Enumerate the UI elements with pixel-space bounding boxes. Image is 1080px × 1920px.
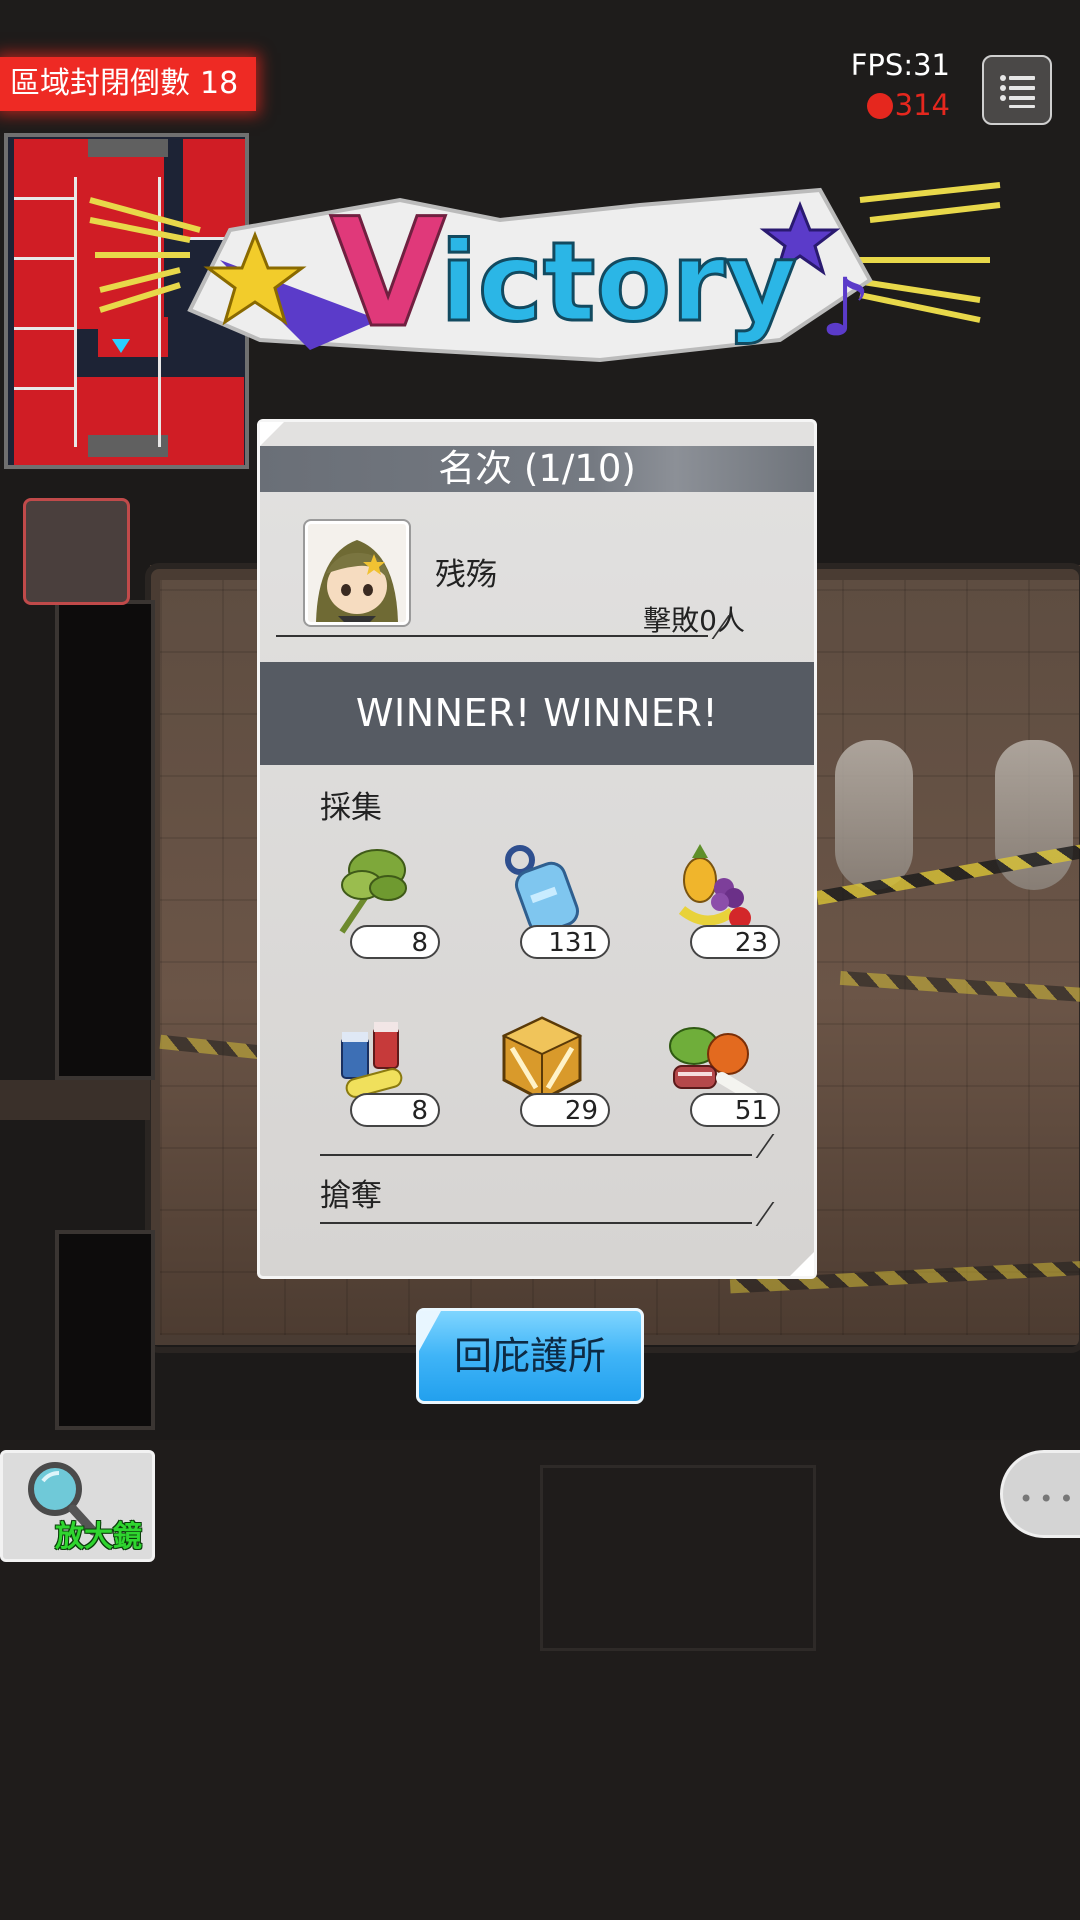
empty-item-slot[interactable] bbox=[23, 498, 130, 605]
more-options-button[interactable]: ••• bbox=[1000, 1450, 1080, 1538]
gather-item-water[interactable]: 131 bbox=[490, 840, 620, 960]
kill-count: 擊敗0人 bbox=[643, 604, 745, 637]
victory-letters: ictory bbox=[440, 218, 797, 346]
result-panel: 名次 (1/10) 残殇 擊敗0人 WINNER! WINNER! 採集 8 1… bbox=[257, 419, 817, 1279]
panel-corner bbox=[790, 1252, 814, 1276]
fps-counter: FPS:31 bbox=[850, 48, 950, 82]
ping-dot-icon bbox=[866, 93, 893, 119]
item-count: 131 bbox=[520, 925, 610, 959]
victory-banner: V ictory ♪ bbox=[89, 182, 1001, 363]
corridor bbox=[0, 1080, 150, 1120]
divider bbox=[320, 1222, 752, 1224]
avatar[interactable] bbox=[305, 521, 409, 625]
item-count: 51 bbox=[690, 1093, 780, 1127]
gather-item-fruit[interactable]: 23 bbox=[660, 840, 790, 960]
music-note-icon: ♪ bbox=[820, 261, 871, 354]
return-shelter-label: 回庇護所 bbox=[453, 1334, 606, 1378]
countdown-value: 18 bbox=[200, 66, 239, 101]
left-wall-block bbox=[55, 600, 155, 1080]
minimap-door bbox=[14, 387, 74, 390]
panel-corner bbox=[260, 422, 284, 446]
gather-item-herb[interactable]: 8 bbox=[320, 840, 450, 960]
winner-banner: WINNER! WINNER! bbox=[260, 662, 814, 765]
ping-value: 314 bbox=[894, 88, 950, 122]
minimap-door bbox=[14, 327, 74, 330]
gather-item-vegetables[interactable]: 51 bbox=[660, 1008, 790, 1128]
minimap-door bbox=[14, 257, 74, 260]
minimap-wall bbox=[88, 139, 168, 157]
rank-title: 名次 (1/10) bbox=[260, 446, 814, 492]
ping-indicator: 314 bbox=[866, 88, 950, 122]
gather-item-crate[interactable]: 29 bbox=[490, 1008, 620, 1128]
player-row: 残殇 擊敗0人 bbox=[305, 521, 775, 637]
loot-label: 搶奪 bbox=[320, 1178, 382, 1214]
floor-outline bbox=[540, 1465, 816, 1651]
item-count: 23 bbox=[690, 925, 780, 959]
button-corner bbox=[419, 1311, 441, 1351]
gather-item-medicine[interactable]: 8 bbox=[320, 1008, 450, 1128]
gather-label: 採集 bbox=[320, 790, 382, 826]
urinal bbox=[835, 740, 913, 890]
item-count: 8 bbox=[350, 925, 440, 959]
zone-countdown: 區域封閉倒數 18 bbox=[0, 57, 256, 111]
divider bbox=[276, 635, 708, 637]
item-count: 29 bbox=[520, 1093, 610, 1127]
magnifier-label: 放大鏡 bbox=[54, 1519, 142, 1553]
player-name: 残殇 bbox=[435, 557, 497, 593]
menu-button[interactable] bbox=[982, 55, 1052, 125]
minimap-door bbox=[74, 177, 77, 447]
return-shelter-button[interactable]: 回庇護所 bbox=[416, 1308, 644, 1404]
ellipsis-icon: ••• bbox=[1019, 1485, 1080, 1513]
victory-letter-v: V bbox=[330, 187, 446, 361]
player-portrait-icon bbox=[308, 524, 406, 622]
left-wall-block-lower bbox=[55, 1230, 155, 1430]
minimap-zone bbox=[14, 139, 74, 465]
countdown-label: 區域封閉倒數 bbox=[10, 66, 190, 101]
magnifier-tool[interactable]: 放大鏡 bbox=[0, 1450, 155, 1562]
minimap-wall bbox=[88, 435, 168, 457]
minimap-door bbox=[14, 197, 74, 200]
divider bbox=[320, 1154, 752, 1156]
list-menu-icon bbox=[1000, 75, 1035, 108]
item-count: 8 bbox=[350, 1093, 440, 1127]
